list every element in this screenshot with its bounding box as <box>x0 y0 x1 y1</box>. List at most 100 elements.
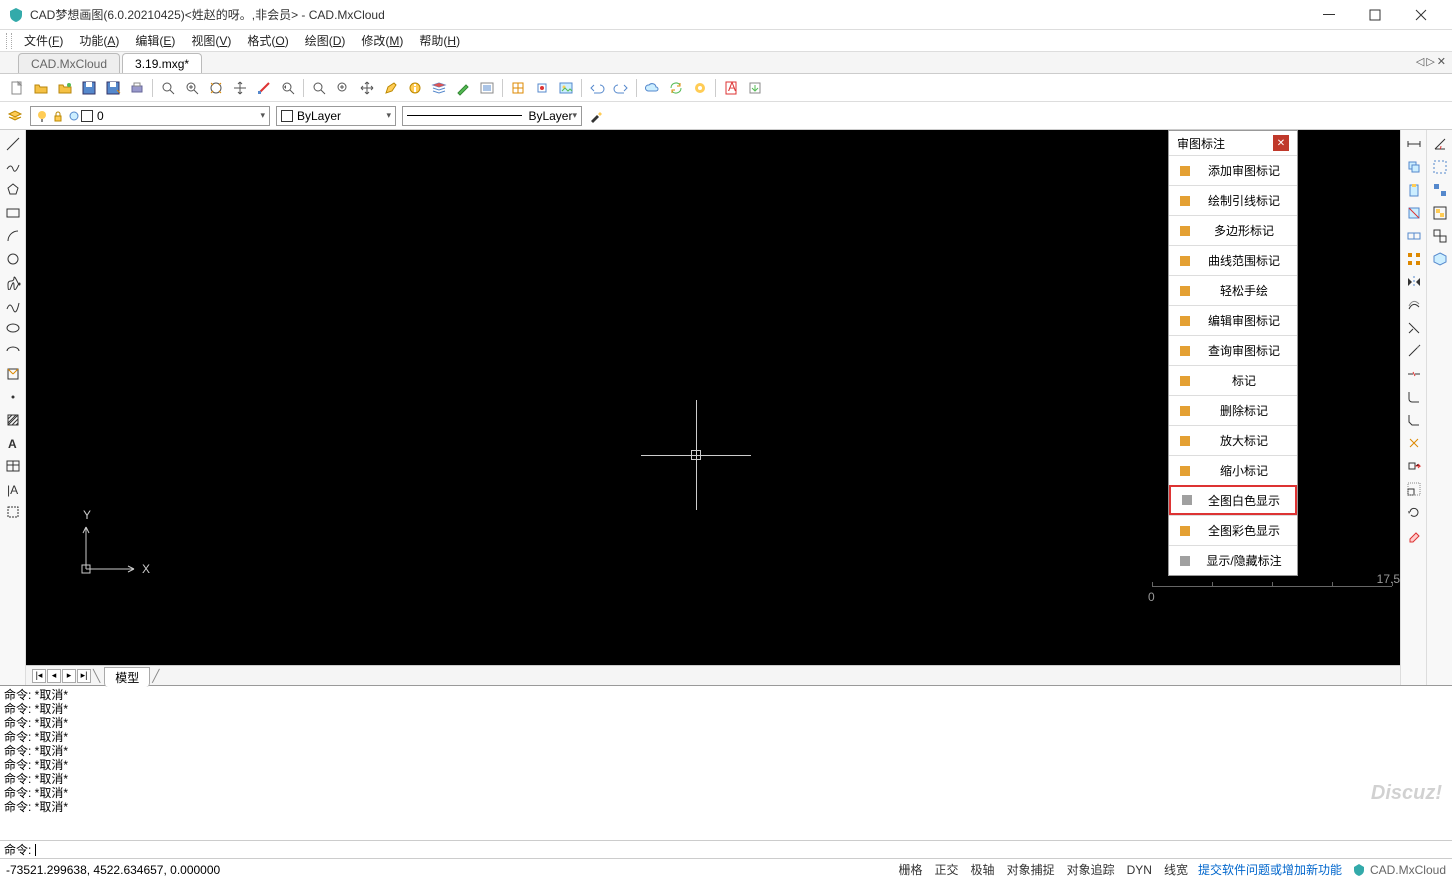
mtext-icon[interactable]: |A <box>3 479 23 499</box>
move-icon[interactable] <box>356 77 378 99</box>
select-all-icon[interactable] <box>1430 157 1450 177</box>
measure-icon[interactable] <box>253 77 275 99</box>
tab-prev-icon[interactable]: ◁ <box>1416 55 1424 68</box>
print-icon[interactable] <box>126 77 148 99</box>
panel-item[interactable]: 编辑审图标记 <box>1169 305 1297 335</box>
drawing-canvas[interactable]: Y X 0 17.5 <box>26 130 1400 605</box>
panel-item[interactable]: 放大标记 <box>1169 425 1297 455</box>
tab-next-icon[interactable]: ▷ <box>1426 55 1434 68</box>
explode-icon[interactable] <box>1404 433 1424 453</box>
panel-header[interactable]: 审图标注 ✕ <box>1169 131 1297 155</box>
text-icon[interactable]: A <box>3 433 23 453</box>
zoom-previous-icon[interactable] <box>277 77 299 99</box>
panel-item[interactable]: 轻松手绘 <box>1169 275 1297 305</box>
select-similar-icon[interactable] <box>1430 180 1450 200</box>
properties-icon[interactable] <box>404 77 426 99</box>
command-history[interactable]: 命令: *取消*命令: *取消*命令: *取消*命令: *取消*命令: *取消*… <box>0 685 1452 840</box>
save-icon[interactable] <box>78 77 100 99</box>
mirror-icon[interactable] <box>1404 272 1424 292</box>
open-cloud-icon[interactable] <box>54 77 76 99</box>
find-icon[interactable] <box>308 77 330 99</box>
line-icon[interactable] <box>3 134 23 154</box>
undo-icon[interactable] <box>586 77 608 99</box>
ellipse-arc-icon[interactable] <box>3 341 23 361</box>
dim-angular-icon[interactable] <box>1430 134 1450 154</box>
saveas-icon[interactable] <box>102 77 124 99</box>
menu-e[interactable]: 编辑(E) <box>127 30 183 51</box>
document-tab[interactable]: 3.19.mxg* <box>122 53 202 73</box>
circle-icon[interactable] <box>3 249 23 269</box>
rectangle-icon[interactable] <box>3 203 23 223</box>
layer-manager-icon[interactable] <box>6 107 24 125</box>
block-icon[interactable] <box>1430 249 1450 269</box>
extend-icon[interactable] <box>1404 341 1424 361</box>
panel-item[interactable]: 添加审图标记 <box>1169 155 1297 185</box>
hatch-icon[interactable] <box>3 410 23 430</box>
maximize-button[interactable] <box>1352 1 1398 29</box>
spline-icon[interactable] <box>3 295 23 315</box>
status-toggle[interactable]: DYN <box>1127 863 1152 877</box>
paste-icon[interactable] <box>1404 180 1424 200</box>
model-tab-last-icon[interactable]: ▸| <box>77 669 91 683</box>
status-toggle[interactable]: 正交 <box>935 863 959 877</box>
copy-icon[interactable] <box>1404 157 1424 177</box>
break-icon[interactable] <box>1404 364 1424 384</box>
menu-o[interactable]: 格式(O) <box>239 30 296 51</box>
point-icon[interactable] <box>3 387 23 407</box>
trim-icon[interactable] <box>1404 318 1424 338</box>
arc-icon[interactable] <box>3 226 23 246</box>
erase-icon[interactable] <box>1404 525 1424 545</box>
minimize-button[interactable] <box>1306 1 1352 29</box>
redo-icon[interactable] <box>610 77 632 99</box>
image-icon[interactable] <box>555 77 577 99</box>
model-tab-first-icon[interactable]: |◂ <box>32 669 46 683</box>
new-file-icon[interactable] <box>6 77 28 99</box>
linetype-icon[interactable] <box>476 77 498 99</box>
match-properties-icon[interactable] <box>588 108 604 124</box>
document-tab[interactable]: CAD.MxCloud <box>18 53 120 73</box>
panel-item[interactable]: 查询审图标记 <box>1169 335 1297 365</box>
fillet-icon[interactable] <box>1404 387 1424 407</box>
status-toggle[interactable]: 对象捕捉 <box>1007 863 1055 877</box>
table-icon[interactable] <box>3 456 23 476</box>
coordinates[interactable]: -73521.299638, 4522.634657, 0.000000 <box>6 863 220 877</box>
menu-v[interactable]: 视图(V) <box>183 30 239 51</box>
cloud-icon[interactable] <box>641 77 663 99</box>
panel-item[interactable]: 多边形标记 <box>1169 215 1297 245</box>
chamfer-icon[interactable] <box>1404 410 1424 430</box>
menu-d[interactable]: 绘图(D) <box>297 30 354 51</box>
cut-icon[interactable] <box>1404 203 1424 223</box>
revcloud-icon[interactable] <box>3 272 23 292</box>
polyline-icon[interactable] <box>3 157 23 177</box>
menu-m[interactable]: 修改(M) <box>353 30 411 51</box>
zoom-realtime-icon[interactable] <box>332 77 354 99</box>
model-tab-prev-icon[interactable]: ◂ <box>47 669 61 683</box>
color-combo[interactable]: ByLayer ▾ <box>276 106 396 126</box>
color-icon[interactable] <box>452 77 474 99</box>
menu-h[interactable]: 帮助(H) <box>411 30 468 51</box>
region-icon[interactable] <box>3 502 23 522</box>
panel-item[interactable]: 显示/隐藏标注 <box>1169 545 1297 575</box>
polygon-icon[interactable] <box>3 180 23 200</box>
panel-item[interactable]: 删除标记 <box>1169 395 1297 425</box>
layer-combo[interactable]: 0 ▾ <box>30 106 270 126</box>
zoom-in-icon[interactable] <box>181 77 203 99</box>
model-tab-next-icon[interactable]: ▸ <box>62 669 76 683</box>
refresh-icon[interactable] <box>665 77 687 99</box>
panel-item[interactable]: 缩小标记 <box>1169 455 1297 485</box>
menubar-grip[interactable] <box>6 33 12 49</box>
status-toggle[interactable]: 极轴 <box>971 863 995 877</box>
insert-block-icon[interactable] <box>3 364 23 384</box>
close-button[interactable] <box>1398 1 1444 29</box>
zoom-extents-icon[interactable] <box>205 77 227 99</box>
ellipse-icon[interactable] <box>3 318 23 338</box>
snap-icon[interactable] <box>531 77 553 99</box>
dim-linear-icon[interactable] <box>1404 134 1424 154</box>
scale-icon[interactable] <box>1404 479 1424 499</box>
menu-f[interactable]: 文件(F) <box>16 30 71 51</box>
status-toggle[interactable]: 线宽 <box>1164 863 1188 877</box>
pdf-icon[interactable]: A <box>720 77 742 99</box>
panel-close-icon[interactable]: ✕ <box>1273 135 1289 151</box>
status-toggle[interactable]: 对象追踪 <box>1067 863 1115 877</box>
stretch-icon[interactable] <box>1404 456 1424 476</box>
